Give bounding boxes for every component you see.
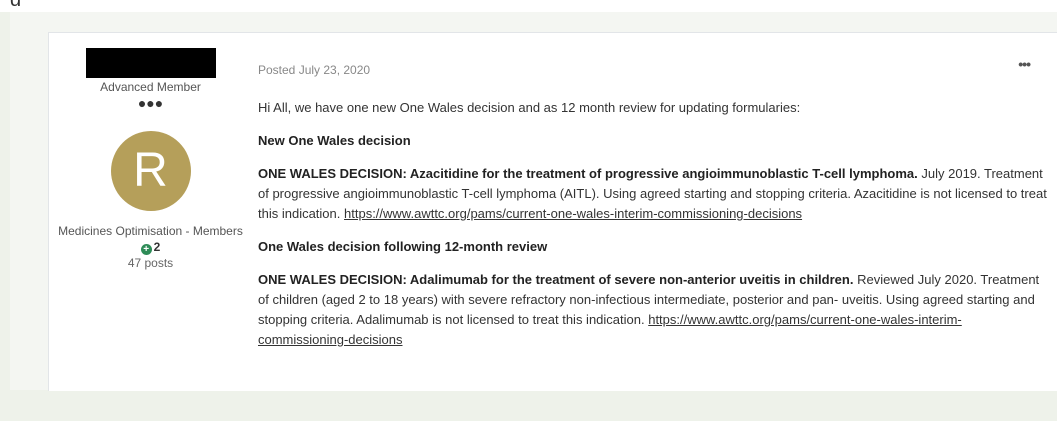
reputation-count: 2 bbox=[153, 240, 161, 254]
page-header-strip: g bbox=[0, 0, 1057, 12]
plus-circle-icon: + bbox=[140, 244, 152, 255]
section-heading-review: One Wales decision following 12-month re… bbox=[258, 239, 548, 254]
author-name-redacted[interactable] bbox=[85, 48, 216, 78]
section-heading-new: New One Wales decision bbox=[258, 133, 411, 148]
reputation-badge: +2 bbox=[58, 240, 243, 255]
avatar[interactable]: R bbox=[110, 131, 191, 211]
decision-1-title: ONE WALES DECISION: Azacitidine for the … bbox=[258, 166, 918, 181]
author-panel: Advanced Member ●●● R Medicines Optimisa… bbox=[58, 38, 243, 270]
author-rank: Advanced Member bbox=[100, 80, 201, 94]
post-content: Posted July 23, 2020 Hi All, we have one… bbox=[258, 60, 1048, 363]
decision-2-title: ONE WALES DECISION: Adalimumab for the t… bbox=[258, 272, 854, 287]
decision-1-link[interactable]: https://www.awttc.org/pams/current-one-w… bbox=[344, 206, 802, 221]
post-date[interactable]: Posted July 23, 2020 bbox=[258, 60, 1048, 80]
decision-paragraph-1: ONE WALES DECISION: Azacitidine for the … bbox=[258, 164, 1048, 224]
post-intro: Hi All, we have one new One Wales decisi… bbox=[258, 100, 801, 115]
author-group: Medicines Optimisation - Members bbox=[58, 224, 243, 238]
post-count: 47 posts bbox=[127, 256, 174, 270]
rank-dots-icon: ●●● bbox=[137, 95, 164, 111]
page-title-fragment: g bbox=[10, 0, 390, 6]
decision-paragraph-2: ONE WALES DECISION: Adalimumab for the t… bbox=[258, 270, 1048, 350]
